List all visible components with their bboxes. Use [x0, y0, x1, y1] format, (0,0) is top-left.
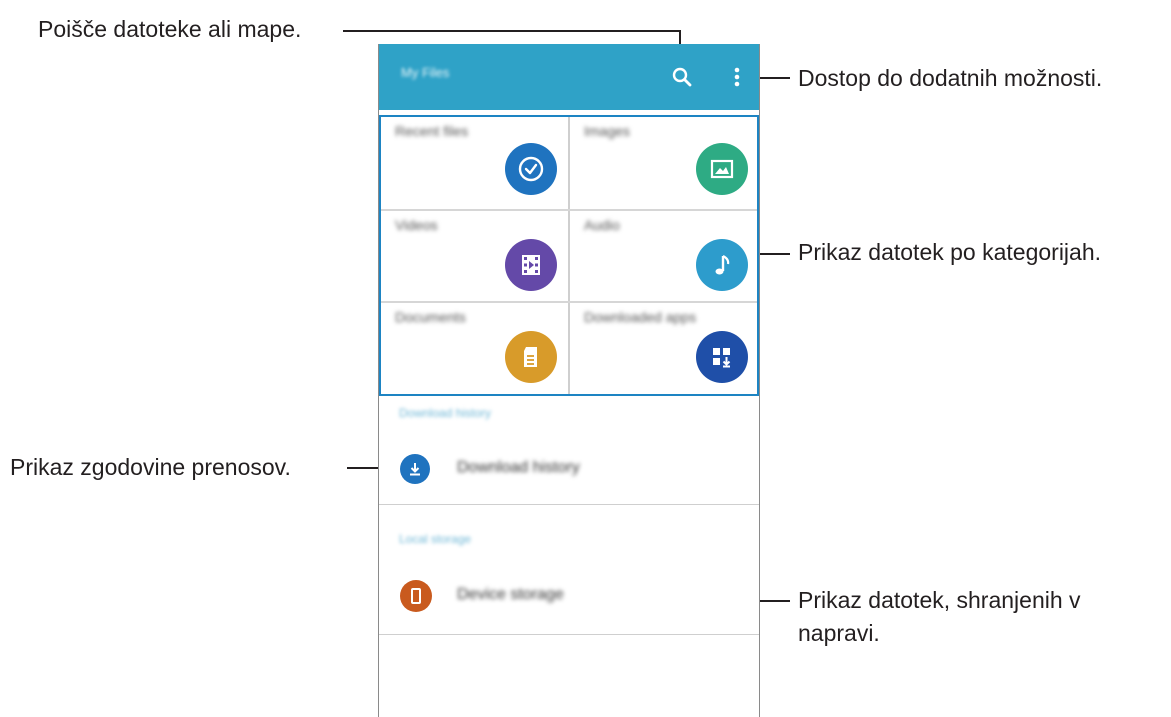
app-title: My Files	[401, 65, 450, 80]
more-options-button[interactable]	[722, 62, 752, 92]
category-label: Images	[584, 123, 630, 139]
category-label: Videos	[395, 217, 438, 233]
category-downloaded-apps[interactable]: Downloaded apps	[570, 303, 758, 395]
callout-device-storage-2: napravi.	[798, 620, 880, 646]
list-item-device-storage[interactable]: Device storage	[379, 574, 759, 630]
app-bar: My Files	[379, 44, 759, 110]
category-label: Audio	[584, 217, 620, 233]
category-videos[interactable]: Videos	[381, 211, 569, 303]
callout-search-line-h	[343, 30, 681, 32]
more-vertical-icon	[734, 67, 740, 87]
list-item-label: Download history	[457, 459, 580, 476]
image-icon	[696, 143, 748, 195]
film-icon	[505, 239, 557, 291]
callout-download-history: Prikaz zgodovine prenosov.	[10, 454, 291, 480]
section-divider	[379, 634, 759, 635]
callout-categories: Prikaz datotek po kategorijah.	[798, 239, 1102, 265]
category-images[interactable]: Images	[570, 117, 758, 209]
phone-screen: My Files Recent files Images Videos Audi…	[378, 44, 760, 717]
category-label: Downloaded apps	[584, 309, 697, 325]
section-divider	[379, 504, 759, 505]
category-audio[interactable]: Audio	[570, 211, 758, 303]
callout-search: Poišče datoteke ali mape.	[38, 16, 302, 42]
phone-icon	[400, 580, 432, 612]
category-grid: Recent files Images Videos Audio Documen…	[379, 115, 759, 396]
callout-device-storage-1: Prikaz datotek, shranjenih v	[798, 587, 1081, 613]
search-button[interactable]	[667, 62, 697, 92]
section-header-local-storage: Local storage	[399, 532, 472, 546]
list-item-label: Device storage	[457, 586, 564, 603]
list-item-download-history[interactable]: Download history	[379, 442, 759, 504]
document-icon	[505, 331, 557, 383]
category-documents[interactable]: Documents	[381, 303, 569, 395]
search-icon	[672, 67, 692, 87]
section-header-download-history: Download history	[399, 406, 492, 420]
clock-icon	[505, 143, 557, 195]
callout-more-options: Dostop do dodatnih možnosti.	[798, 65, 1103, 91]
category-label: Recent files	[395, 123, 469, 139]
category-label: Documents	[395, 309, 466, 325]
callout-categories-line	[758, 253, 790, 255]
apps-download-icon	[696, 331, 748, 383]
music-note-icon	[696, 239, 748, 291]
download-icon	[400, 454, 430, 484]
category-recent-files[interactable]: Recent files	[381, 117, 569, 209]
